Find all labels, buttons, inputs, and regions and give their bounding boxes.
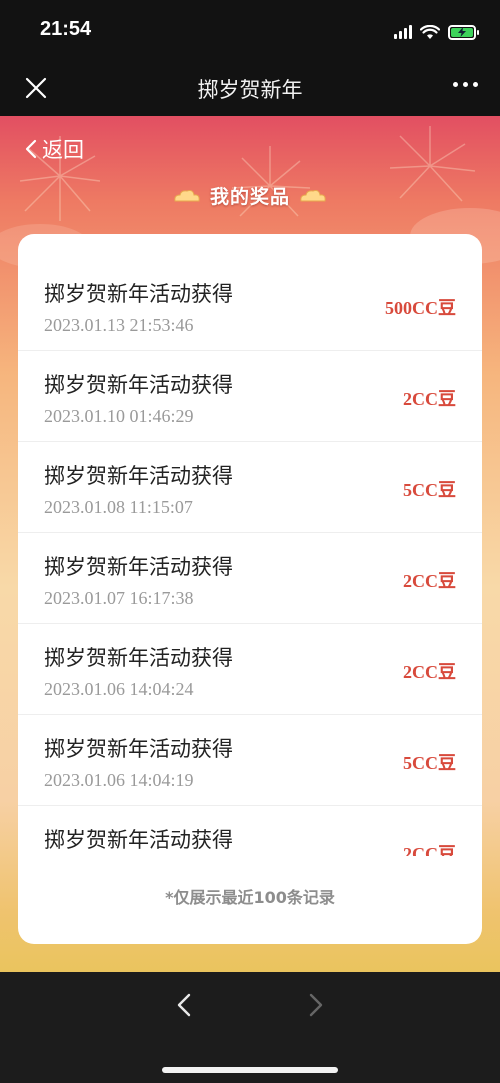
title-bar: 掷岁贺新年	[0, 60, 500, 116]
nav-back-button[interactable]	[170, 990, 200, 1020]
prize-source: 掷岁贺新年活动获得	[44, 828, 233, 852]
cloud-icon	[300, 189, 326, 201]
section-heading-text: 我的奖品	[209, 186, 290, 208]
prize-amount: 2CC豆	[403, 844, 456, 856]
more-icon-dot	[473, 82, 478, 87]
prize-row: 掷岁贺新年活动获得 2023.01.06 14:04:19 5CC豆	[18, 715, 482, 806]
signal-icon	[394, 25, 412, 39]
prize-source: 掷岁贺新年活动获得	[44, 464, 233, 488]
section-heading: 我的奖品	[0, 182, 500, 209]
wifi-icon	[420, 24, 440, 39]
prize-amount: 2CC豆	[403, 662, 456, 682]
more-icon-dot	[453, 82, 458, 87]
prize-source: 掷岁贺新年活动获得	[44, 282, 233, 306]
back-chevron-icon	[25, 139, 37, 159]
close-button[interactable]	[22, 74, 50, 102]
battery-icon	[448, 24, 479, 40]
nav-forward-button[interactable]	[300, 990, 330, 1020]
status-time: 21:54	[40, 18, 92, 40]
prize-list[interactable]: 掷岁贺新年活动获得 2023.01.13 21:53:46 500CC豆 掷岁贺…	[18, 234, 482, 856]
cloud-icon	[174, 189, 200, 201]
close-icon	[25, 77, 47, 99]
back-label: 返回	[42, 138, 84, 162]
prize-row: 掷岁贺新年活动获得 2CC豆	[18, 806, 482, 856]
prize-date: 2023.01.06 14:04:19	[44, 770, 194, 790]
more-button[interactable]	[453, 82, 478, 87]
prize-row: 掷岁贺新年活动获得 2023.01.13 21:53:46 500CC豆	[18, 234, 482, 351]
prize-date: 2023.01.07 16:17:38	[44, 588, 194, 608]
prize-source: 掷岁贺新年活动获得	[44, 373, 233, 397]
browser-nav-bar	[0, 972, 500, 1083]
prize-page: 返回 我的奖品 掷岁贺新年活动获得 2023.01.13 21:53:46 50…	[0, 116, 500, 972]
home-indicator[interactable]	[162, 1067, 338, 1073]
status-icons	[394, 22, 479, 42]
prize-amount: 5CC豆	[403, 480, 456, 500]
page-title: 掷岁贺新年	[197, 78, 303, 102]
prize-date: 2023.01.13 21:53:46	[44, 315, 194, 335]
nav-back-icon	[177, 993, 191, 1017]
prize-row: 掷岁贺新年活动获得 2023.01.08 11:15:07 5CC豆	[18, 442, 482, 533]
records-footnote: *仅展示最近100条记录	[165, 888, 335, 907]
prize-row: 掷岁贺新年活动获得 2023.01.06 14:04:24 2CC豆	[18, 624, 482, 715]
prize-date: 2023.01.06 14:04:24	[44, 679, 194, 699]
prize-source: 掷岁贺新年活动获得	[44, 555, 233, 579]
back-button[interactable]: 返回	[24, 134, 84, 164]
prize-amount: 2CC豆	[403, 571, 456, 591]
prize-source: 掷岁贺新年活动获得	[44, 646, 233, 670]
status-bar: 21:54	[0, 0, 500, 60]
prize-amount: 2CC豆	[403, 389, 456, 409]
nav-forward-icon	[309, 993, 323, 1017]
prize-amount: 500CC豆	[385, 298, 456, 318]
prize-row: 掷岁贺新年活动获得 2023.01.10 01:46:29 2CC豆	[18, 351, 482, 442]
prize-source: 掷岁贺新年活动获得	[44, 737, 233, 761]
more-icon-dot	[463, 82, 468, 87]
prize-date: 2023.01.08 11:15:07	[44, 497, 193, 517]
prize-card: 掷岁贺新年活动获得 2023.01.13 21:53:46 500CC豆 掷岁贺…	[18, 234, 482, 944]
prize-amount: 5CC豆	[403, 753, 456, 773]
prize-date: 2023.01.10 01:46:29	[44, 406, 194, 426]
prize-row: 掷岁贺新年活动获得 2023.01.07 16:17:38 2CC豆	[18, 533, 482, 624]
